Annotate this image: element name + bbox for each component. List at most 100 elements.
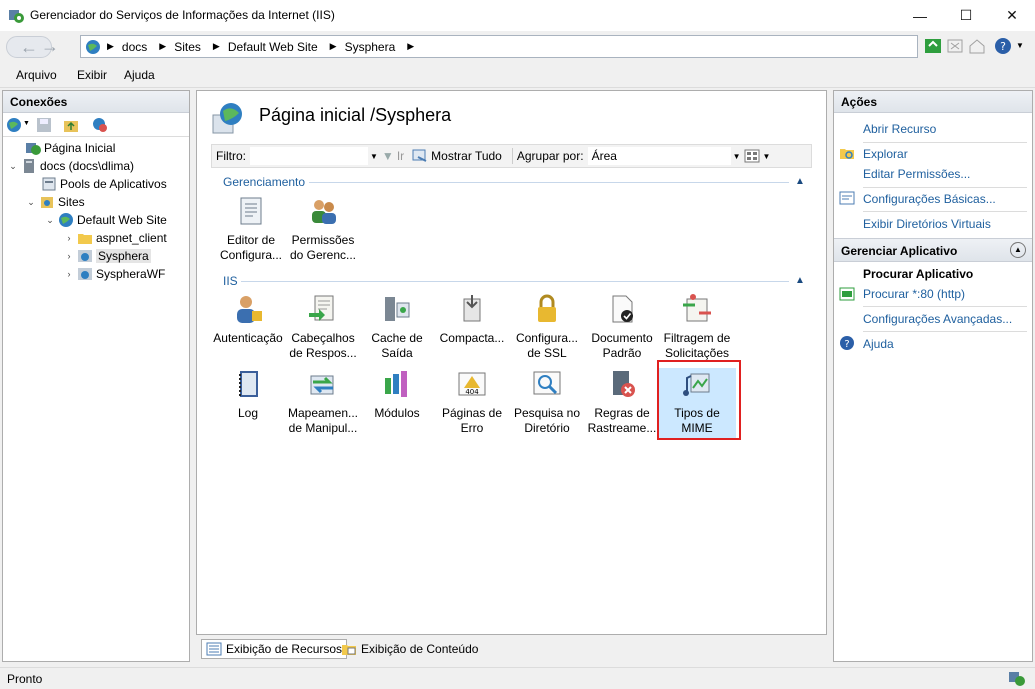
- action-explorar[interactable]: Explorar: [863, 147, 908, 161]
- disconnect-icon[interactable]: [92, 117, 108, 133]
- connect-globe-icon[interactable]: [6, 117, 22, 133]
- filter-input[interactable]: [250, 147, 368, 165]
- feature-paginas-erro[interactable]: 404 Páginas de Erro: [433, 368, 511, 436]
- go-button[interactable]: Ir: [397, 149, 404, 163]
- tab-content-view[interactable]: Exibição de Conteúdo: [337, 639, 482, 659]
- tree-item-pools[interactable]: Pools de Aplicativos: [27, 175, 167, 193]
- feature-mapeamentos-manipulador[interactable]: Mapeamen... de Manipul...: [284, 368, 362, 436]
- home-icon[interactable]: [968, 37, 986, 55]
- filter-dropdown-icon[interactable]: ▼: [370, 152, 378, 161]
- action-ajuda[interactable]: Ajuda: [863, 337, 894, 351]
- forward-button[interactable]: →: [38, 36, 62, 58]
- feature-regras-rastreamento[interactable]: Regras de Rastreame...: [583, 368, 661, 436]
- collapse-icon[interactable]: ⌄: [25, 197, 37, 208]
- tree-item-sites[interactable]: ⌄ Sites: [25, 193, 84, 211]
- action-configuracoes-basicas[interactable]: Configurações Básicas...: [863, 192, 996, 206]
- feature-autenticacao[interactable]: Autenticação: [209, 293, 287, 346]
- actions-panel: Ações Abrir Recurso Explorar Editar Perm…: [833, 90, 1033, 662]
- action-exibir-diretorios-virtuais[interactable]: Exibir Diretórios Virtuais: [863, 217, 991, 231]
- expand-icon[interactable]: ›: [63, 233, 75, 243]
- feature-modulos[interactable]: Módulos: [358, 368, 436, 421]
- tab-features-view[interactable]: Exibição de Recursos: [201, 639, 348, 659]
- folder-icon: [78, 234, 92, 244]
- view-mode-icon[interactable]: [744, 149, 760, 163]
- globe-icon: [59, 213, 73, 227]
- collapse-group-icon[interactable]: ▲: [795, 176, 805, 187]
- breadcrumb-sites[interactable]: Sites: [174, 40, 201, 54]
- group-divider: [241, 281, 789, 282]
- expand-icon[interactable]: ›: [63, 251, 75, 261]
- feature-pesquisa-diretorio[interactable]: Pesquisa no Diretório: [508, 368, 586, 436]
- action-editar-permissoes[interactable]: Editar Permissões...: [863, 167, 970, 181]
- breadcrumb-sysphera[interactable]: Sysphera: [345, 40, 396, 54]
- refresh-icon[interactable]: [924, 37, 942, 55]
- status-text: Pronto: [7, 672, 43, 686]
- close-button[interactable]: ✕: [989, 0, 1035, 31]
- close-icon: ✕: [1006, 7, 1018, 23]
- server-icon: [24, 159, 34, 173]
- menu-ajuda[interactable]: Ajuda: [124, 68, 155, 82]
- minimize-button[interactable]: —: [897, 0, 943, 31]
- breadcrumb-separator-icon: ▶: [407, 41, 415, 51]
- action-abrir-recurso[interactable]: Abrir Recurso: [863, 122, 936, 136]
- menu-exibir[interactable]: Exibir: [77, 68, 107, 82]
- feature-compactacao[interactable]: Compacta...: [433, 293, 511, 346]
- stop-icon[interactable]: [946, 37, 964, 55]
- actions-divider: [863, 187, 1027, 188]
- collapse-icon[interactable]: ⌄: [7, 161, 19, 172]
- show-all-button[interactable]: Mostrar Tudo: [431, 149, 502, 163]
- feature-documento-padrao[interactable]: Documento Padrão: [583, 293, 661, 361]
- failed-request-tracing-icon: [613, 371, 635, 397]
- collapse-group-icon[interactable]: ▲: [795, 275, 805, 286]
- actions-divider: [863, 211, 1027, 212]
- feature-cache-saida[interactable]: Cache de Saída: [358, 293, 436, 361]
- menu-bar: Arquivo Exibir Ajuda: [0, 62, 1035, 88]
- help-dropdown-icon[interactable]: ▼: [1016, 41, 1024, 50]
- filter-funnel-icon[interactable]: ▼: [382, 149, 394, 163]
- connections-header: Conexões: [3, 91, 189, 113]
- tree-item-aspnet-client[interactable]: › aspnet_client: [63, 229, 167, 247]
- tree-item-sysphera[interactable]: › Sysphera: [63, 247, 151, 265]
- browse-app-title: Procurar Aplicativo: [863, 267, 974, 281]
- connect-dropdown-icon[interactable]: ▼: [23, 120, 30, 127]
- highlight-box: [657, 360, 741, 440]
- forward-arrow-icon: →: [41, 36, 59, 56]
- expand-icon[interactable]: ›: [63, 269, 75, 279]
- directory-browsing-icon: [533, 371, 561, 395]
- breadcrumb-separator-icon: ▶: [107, 41, 114, 51]
- collapse-icon[interactable]: ⌄: [44, 215, 56, 226]
- breadcrumb-separator-icon: ▶: [212, 41, 220, 51]
- feature-editor-configuracao[interactable]: Editor de Configura...: [212, 195, 290, 263]
- group-dropdown-icon[interactable]: ▼: [733, 152, 741, 161]
- feature-configuracoes-ssl[interactable]: Configura... de SSL: [508, 293, 586, 361]
- collapse-section-icon[interactable]: ▲: [1010, 242, 1026, 258]
- help-icon[interactable]: ?: [994, 37, 1012, 55]
- group-by-select[interactable]: Área: [587, 147, 731, 165]
- menu-arquivo[interactable]: Arquivo: [16, 68, 57, 82]
- address-bar[interactable]: ▶ docs ▶ Sites ▶ Default Web Site ▶ Sysp…: [80, 35, 918, 58]
- tree-item-pagina-inicial[interactable]: Página Inicial: [11, 139, 115, 157]
- save-icon[interactable]: [36, 117, 52, 133]
- action-procurar-80[interactable]: Procurar *:80 (http): [863, 287, 965, 301]
- feature-log[interactable]: Log: [209, 368, 287, 421]
- tree-item-default-web-site[interactable]: ⌄ Default Web Site: [44, 211, 167, 229]
- view-mode-dropdown-icon[interactable]: ▼: [762, 152, 770, 161]
- breadcrumb-default-web-site[interactable]: Default Web Site: [228, 40, 318, 54]
- tree-item-docs[interactable]: ⌄ docs (docs\dlima): [7, 157, 134, 175]
- breadcrumb-docs[interactable]: docs: [122, 40, 147, 54]
- manage-app-header: Gerenciar Aplicativo ▲: [834, 238, 1032, 262]
- tree-item-syspherawf[interactable]: › SyspheraWF: [63, 265, 166, 283]
- content-view-icon: [342, 645, 356, 655]
- up-folder-icon[interactable]: [63, 117, 79, 133]
- page-globe-icon: [212, 103, 242, 134]
- feature-filtragem-solicitacoes[interactable]: Filtragem de Solicitações: [658, 293, 736, 361]
- group-by-label: Agrupar por:: [516, 149, 584, 163]
- feature-cabecalhos-resposta[interactable]: Cabeçalhos de Respos...: [284, 293, 362, 361]
- action-configuracoes-avancadas[interactable]: Configurações Avançadas...: [863, 312, 1012, 326]
- show-all-icon: [412, 149, 427, 162]
- iis-app-icon: [9, 10, 24, 23]
- handler-mappings-icon: [310, 375, 334, 395]
- feature-permissoes-gerenciamento[interactable]: Permissões do Gerenc...: [284, 195, 362, 263]
- http-headers-icon: [309, 295, 334, 321]
- maximize-button[interactable]: ☐: [943, 0, 989, 31]
